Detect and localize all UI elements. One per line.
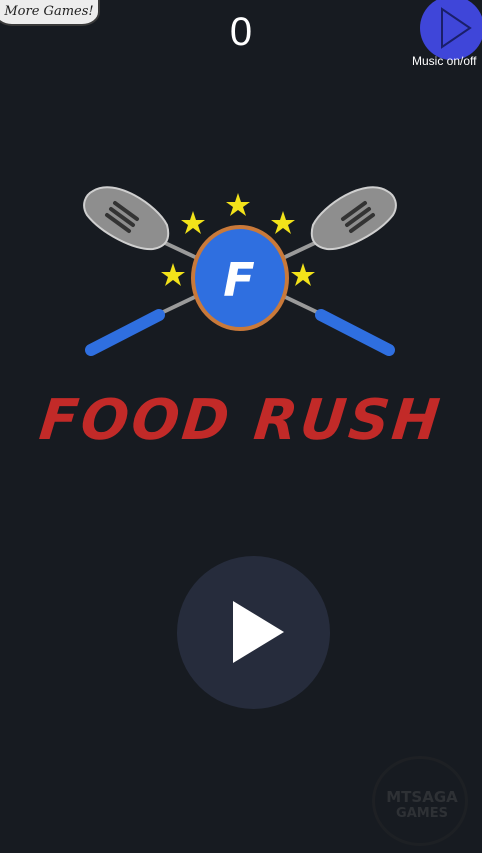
game-title: FOOD RUSH xyxy=(36,388,446,453)
left-handle-icon xyxy=(85,293,200,356)
right-handle-icon xyxy=(280,293,395,356)
music-toggle-button[interactable] xyxy=(420,0,482,60)
watermark-line1: MTSAGA xyxy=(386,788,458,806)
score-counter: 0 xyxy=(229,10,253,54)
food-rush-logo: F xyxy=(83,186,397,356)
play-outline-icon xyxy=(441,7,472,49)
watermark-line2: GAMES xyxy=(396,806,448,821)
mtsaga-games-watermark: MTSAGA GAMES xyxy=(372,756,472,846)
emblem-letter: F xyxy=(223,253,254,307)
play-icon xyxy=(233,601,284,663)
play-button[interactable] xyxy=(177,556,330,709)
music-toggle-label: Music on/off xyxy=(412,54,477,68)
emblem-icon: F xyxy=(191,225,289,331)
left-spatula-icon xyxy=(83,186,198,260)
right-spatula-icon xyxy=(282,186,397,260)
